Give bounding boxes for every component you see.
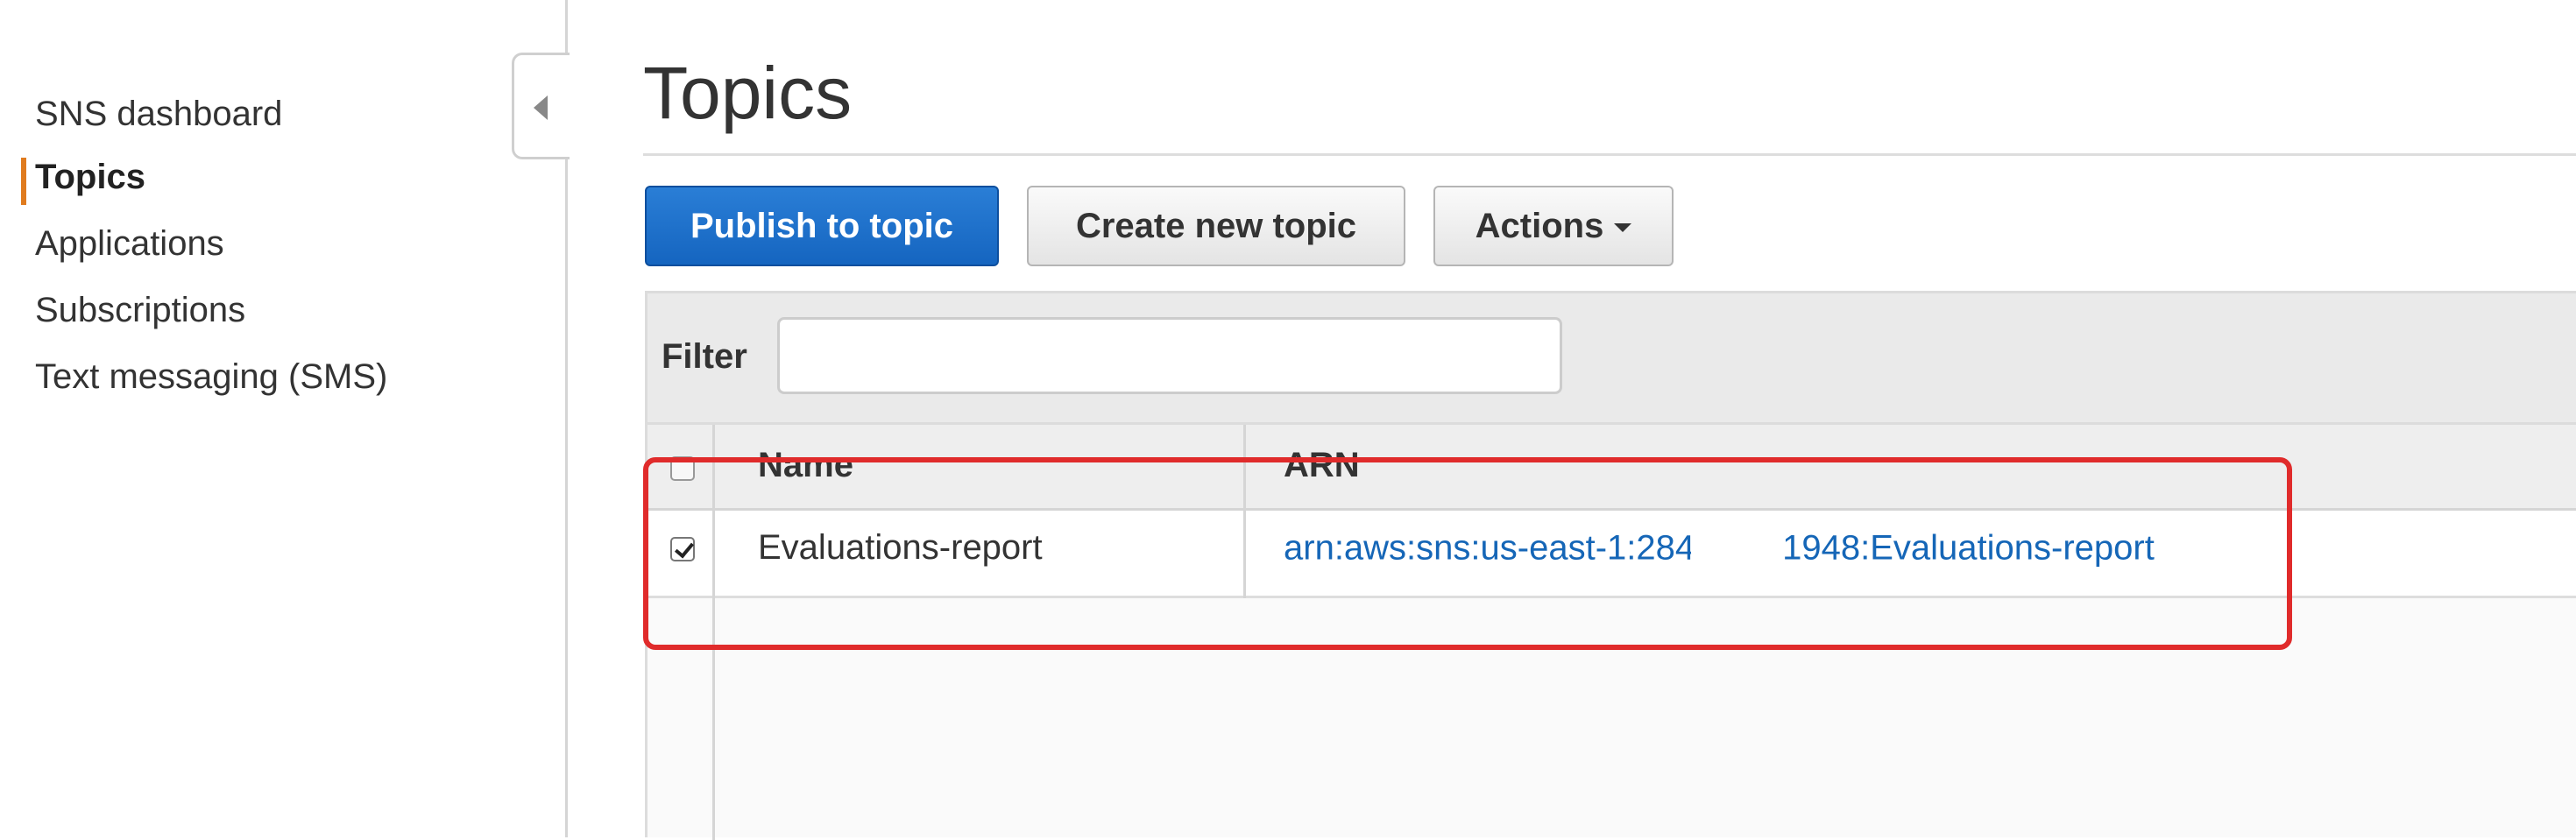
redaction-mark <box>1691 528 1787 572</box>
caret-down-icon <box>1614 223 1632 232</box>
row-select-checkbox[interactable] <box>670 537 695 561</box>
sidebar-item-text-messaging[interactable]: Text messaging (SMS) <box>35 357 387 397</box>
filter-label: Filter <box>662 337 747 376</box>
sidebar: SNS dashboard Topics Applications Subscr… <box>0 0 568 837</box>
select-all-checkbox[interactable] <box>670 456 695 481</box>
sidebar-item-subscriptions[interactable]: Subscriptions <box>35 291 245 330</box>
sidebar-item-applications[interactable]: Applications <box>35 224 224 264</box>
table-header: Name ARN <box>648 425 2576 511</box>
topic-arn-suffix: 1948:Evaluations-report <box>1782 528 2155 568</box>
topic-arn-link[interactable]: arn:aws:sns:us-east-1:284 1948:Evaluation… <box>1284 528 2155 572</box>
column-header-name[interactable]: Name <box>758 446 853 485</box>
filter-input[interactable] <box>777 317 1562 394</box>
actions-dropdown-button[interactable]: Actions <box>1433 186 1674 266</box>
column-divider <box>712 425 715 840</box>
actions-label: Actions <box>1475 206 1604 245</box>
sidebar-item-sns-dashboard[interactable]: SNS dashboard <box>35 95 282 134</box>
topics-table-panel: Filter Name ARN Evaluations-report arn:a… <box>645 291 2576 840</box>
table-row[interactable]: Evaluations-report arn:aws:sns:us-east-1… <box>648 511 2576 598</box>
create-new-topic-button[interactable]: Create new topic <box>1027 186 1405 266</box>
active-nav-indicator <box>21 158 26 205</box>
sidebar-item-topics[interactable]: Topics <box>35 158 145 197</box>
topic-name-cell: Evaluations-report <box>758 528 1043 567</box>
page-title: Topics <box>643 52 853 134</box>
publish-to-topic-button[interactable]: Publish to topic <box>645 186 999 266</box>
chevron-left-icon <box>534 95 548 120</box>
create-new-topic-label: Create new topic <box>1075 206 1357 245</box>
publish-to-topic-label: Publish to topic <box>690 206 953 245</box>
column-header-arn[interactable]: ARN <box>1284 446 1360 485</box>
column-divider <box>1243 425 1246 598</box>
filter-bar: Filter <box>648 293 2576 425</box>
title-divider <box>643 153 2576 156</box>
topic-arn-prefix: arn:aws:sns:us-east-1:284 <box>1284 528 1695 568</box>
sidebar-collapse-button[interactable] <box>512 53 570 159</box>
